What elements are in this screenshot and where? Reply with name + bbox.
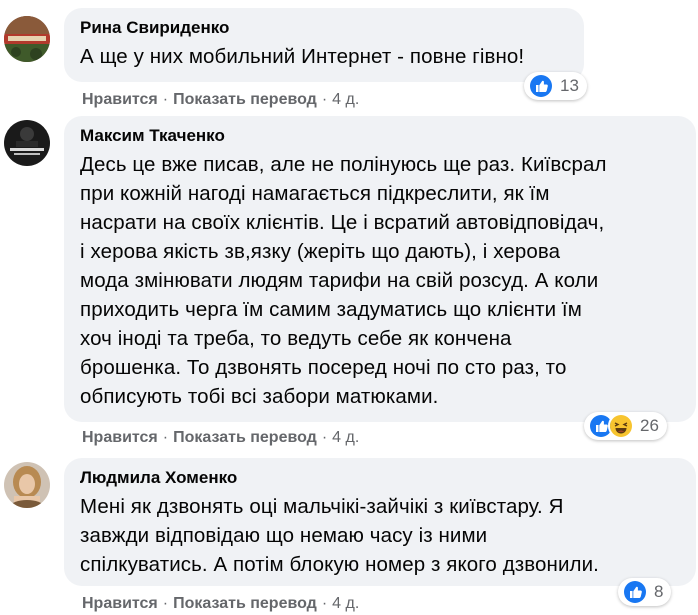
comment-actions: Нравится · Показать перевод · 4 д. [82,594,359,614]
avatar-image [4,120,50,166]
translate-button[interactable]: Показать перевод [173,595,317,612]
comment-bubble: Людмила Хоменко Мені як дзвонять оці мал… [64,458,696,586]
comment-bubble: Рина Свириденко А ще у них мобильний Инт… [64,8,584,82]
comment-timestamp[interactable]: 4 д. [332,595,359,612]
comment-actions: Нравится · Показать перевод · 4 д. [82,90,359,110]
reaction-count: 8 [654,582,664,601]
separator: · [162,91,169,108]
reactions-badge[interactable]: 8 [618,578,672,606]
reactions-badge[interactable]: 26 [584,412,667,440]
avatar[interactable] [4,462,50,508]
comment-timestamp[interactable]: 4 д. [332,91,359,108]
avatar[interactable] [4,120,50,166]
translate-button[interactable]: Показать перевод [173,429,317,446]
comment-author[interactable]: Людмила Хоменко [80,468,682,488]
comment-actions: Нравится · Показать перевод · 4 д. [82,428,359,448]
comment-author[interactable]: Максим Ткаченко [80,126,682,146]
avatar-image [4,462,50,508]
like-button[interactable]: Нравится [82,595,158,612]
like-button[interactable]: Нравится [82,91,158,108]
haha-icon [608,413,634,439]
separator: · [321,595,328,612]
comment-timestamp[interactable]: 4 д. [332,429,359,446]
like-icon [622,579,648,605]
avatar-image [4,16,50,62]
separator: · [162,429,169,446]
separator: · [321,91,328,108]
separator: · [162,595,169,612]
reaction-count: 26 [640,416,659,435]
like-button[interactable]: Нравится [82,429,158,446]
comment-text: Мені як дзвонять оці мальчікі-зайчікі з … [80,495,599,576]
like-icon [528,73,554,99]
comment-text: А ще у них мобильний Интернет - повне гі… [80,45,525,68]
reactions-badge[interactable]: 13 [524,72,587,100]
translate-button[interactable]: Показать перевод [173,91,317,108]
separator: · [321,429,328,446]
comment-author[interactable]: Рина Свириденко [80,18,570,38]
comment-text: Десь це вже писав, але не полінуюсь ще р… [80,153,607,408]
reaction-count: 13 [560,76,579,95]
avatar[interactable] [4,16,50,62]
comment-bubble: Максим Ткаченко Десь це вже писав, але н… [64,116,696,422]
comments-section: Рина Свириденко А ще у них мобильний Инт… [0,0,698,615]
